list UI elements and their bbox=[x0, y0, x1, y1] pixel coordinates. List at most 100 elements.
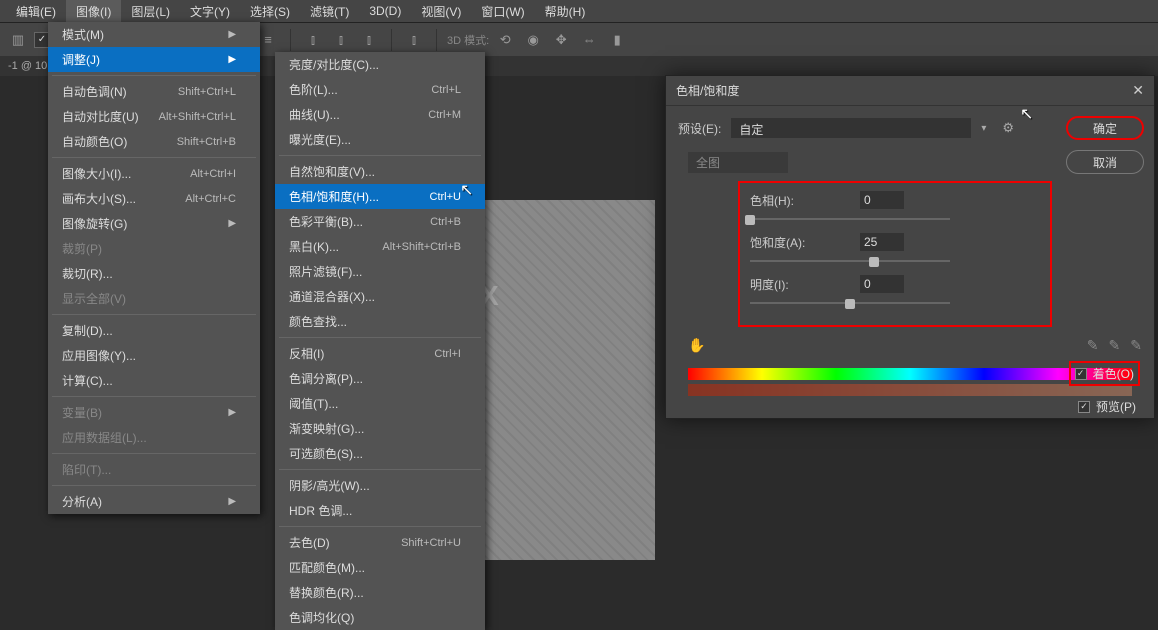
dropdown-icon[interactable]: ▾ bbox=[981, 123, 986, 134]
menu-item[interactable]: 自动对比度(U)Alt+Shift+Ctrl+L bbox=[48, 104, 260, 129]
lightness-input[interactable] bbox=[860, 275, 904, 293]
menu-item[interactable]: 自动颜色(O)Shift+Ctrl+B bbox=[48, 129, 260, 154]
preview-checkbox-row[interactable]: ✓ 预览(P) bbox=[1074, 396, 1140, 417]
eyedropper-icon[interactable]: ✎ bbox=[1087, 337, 1099, 354]
menu-item[interactable]: 应用图像(Y)... bbox=[48, 343, 260, 368]
menubar-item[interactable]: 编辑(E) bbox=[6, 0, 66, 23]
3d-roll-icon[interactable]: ◉ bbox=[521, 28, 545, 52]
menu-item[interactable]: 模式(M)▶ bbox=[48, 22, 260, 47]
menu-item[interactable]: 自动色调(N)Shift+Ctrl+L bbox=[48, 79, 260, 104]
menu-separator bbox=[52, 396, 256, 397]
menu-item-label: 画布大小(S)... bbox=[62, 190, 136, 207]
menu-item-label: 可选颜色(S)... bbox=[289, 445, 363, 462]
canvas-area[interactable] bbox=[465, 200, 655, 560]
menu-item[interactable]: 曲线(U)...Ctrl+M bbox=[275, 102, 485, 127]
menu-item[interactable]: 色调均化(Q) bbox=[275, 605, 485, 630]
hand-icon[interactable]: ✋ bbox=[688, 337, 705, 354]
distribute-icon[interactable]: ⫾ bbox=[357, 28, 381, 52]
menu-item[interactable]: 图像旋转(G)▶ bbox=[48, 211, 260, 236]
preset-select[interactable]: 自定 bbox=[731, 118, 971, 138]
distribute-icon[interactable]: ⫾ bbox=[402, 28, 426, 52]
menu-item-label: 色彩平衡(B)... bbox=[289, 213, 363, 230]
range-select[interactable]: 全图 bbox=[688, 152, 788, 173]
menu-item[interactable]: 照片滤镜(F)... bbox=[275, 259, 485, 284]
menu-item[interactable]: 色阶(L)...Ctrl+L bbox=[275, 77, 485, 102]
separator bbox=[436, 29, 437, 51]
dialog-titlebar[interactable]: 色相/饱和度 ✕ bbox=[666, 76, 1154, 106]
menu-item[interactable]: 分析(A)▶ bbox=[48, 489, 260, 514]
submenu-arrow-icon: ▶ bbox=[228, 29, 236, 40]
menu-separator bbox=[279, 526, 481, 527]
spectrum-bar-top bbox=[688, 368, 1132, 380]
preview-label: 预览(P) bbox=[1096, 398, 1136, 415]
menu-item[interactable]: 调整(J)▶ bbox=[48, 47, 260, 72]
eyedropper-plus-icon[interactable]: ✎ bbox=[1109, 337, 1121, 354]
menu-item[interactable]: 通道混合器(X)... bbox=[275, 284, 485, 309]
menu-item[interactable]: 色相/饱和度(H)...Ctrl+U bbox=[275, 184, 485, 209]
hue-slider[interactable] bbox=[750, 213, 950, 225]
menu-item: 裁剪(P) bbox=[48, 236, 260, 261]
menu-item[interactable]: 计算(C)... bbox=[48, 368, 260, 393]
menu-shortcut: Shift+Ctrl+L bbox=[178, 86, 236, 98]
close-icon[interactable]: ✕ bbox=[1132, 82, 1144, 99]
menu-item-label: 裁剪(P) bbox=[62, 240, 102, 257]
mode-label: 3D 模式: bbox=[447, 32, 489, 48]
lightness-slider[interactable] bbox=[750, 297, 950, 309]
menu-item[interactable]: 阈值(T)... bbox=[275, 391, 485, 416]
preset-label: 预设(E): bbox=[678, 120, 721, 137]
menu-item[interactable]: 复制(D)... bbox=[48, 318, 260, 343]
3d-orbit-icon[interactable]: ⟲ bbox=[493, 28, 517, 52]
distribute-icon[interactable]: ⫾ bbox=[301, 28, 325, 52]
menu-item-label: HDR 色调... bbox=[289, 502, 352, 519]
menu-item[interactable]: 匹配颜色(M)... bbox=[275, 555, 485, 580]
menu-item[interactable]: 颜色查找... bbox=[275, 309, 485, 334]
submenu-arrow-icon: ▶ bbox=[228, 496, 236, 507]
colorize-checkbox[interactable]: ✓ bbox=[1075, 368, 1087, 380]
menubar-item[interactable]: 帮助(H) bbox=[535, 0, 596, 23]
menu-item[interactable]: 反相(I)Ctrl+I bbox=[275, 341, 485, 366]
menu-item[interactable]: 色调分离(P)... bbox=[275, 366, 485, 391]
distribute-icon[interactable]: ⫾ bbox=[329, 28, 353, 52]
menu-item[interactable]: 亮度/对比度(C)... bbox=[275, 52, 485, 77]
menubar-item[interactable]: 视图(V) bbox=[411, 0, 471, 23]
tool-icon[interactable]: ▥ bbox=[6, 28, 30, 52]
menu-item[interactable]: 可选颜色(S)... bbox=[275, 441, 485, 466]
menu-item[interactable]: 图像大小(I)...Alt+Ctrl+I bbox=[48, 161, 260, 186]
saturation-label: 饱和度(A): bbox=[750, 234, 860, 251]
menu-item[interactable]: 曝光度(E)... bbox=[275, 127, 485, 152]
preview-checkbox[interactable]: ✓ bbox=[1078, 401, 1090, 413]
menubar-item[interactable]: 3D(D) bbox=[359, 1, 411, 21]
saturation-slider[interactable] bbox=[750, 255, 950, 267]
colorize-checkbox-row[interactable]: ✓ 着色(O) bbox=[1069, 361, 1140, 386]
menu-shortcut: Alt+Ctrl+I bbox=[190, 168, 236, 180]
menubar-item[interactable]: 文字(Y) bbox=[180, 0, 240, 23]
menu-item[interactable]: 裁切(R)... bbox=[48, 261, 260, 286]
gear-icon[interactable]: ⚙ bbox=[1002, 120, 1014, 136]
menu-item[interactable]: 渐变映射(G)... bbox=[275, 416, 485, 441]
3d-slide-icon[interactable]: ⇔ bbox=[577, 28, 601, 52]
3d-camera-icon[interactable]: ▮ bbox=[605, 28, 629, 52]
hue-label: 色相(H): bbox=[750, 192, 860, 209]
menubar-item[interactable]: 图像(I) bbox=[66, 0, 121, 23]
menubar-item[interactable]: 窗口(W) bbox=[471, 0, 534, 23]
cancel-button[interactable]: 取消 bbox=[1066, 150, 1144, 174]
menubar-item[interactable]: 选择(S) bbox=[240, 0, 300, 23]
ok-button[interactable]: 确定 bbox=[1066, 116, 1144, 140]
3d-pan-icon[interactable]: ✥ bbox=[549, 28, 573, 52]
menubar-item[interactable]: 图层(L) bbox=[121, 0, 180, 23]
submenu-arrow-icon: ▶ bbox=[228, 218, 236, 229]
menu-separator bbox=[279, 337, 481, 338]
menu-item: 显示全部(V) bbox=[48, 286, 260, 311]
menu-item[interactable]: 替换颜色(R)... bbox=[275, 580, 485, 605]
eyedropper-minus-icon[interactable]: ✎ bbox=[1130, 337, 1142, 354]
saturation-input[interactable] bbox=[860, 233, 904, 251]
menu-item[interactable]: HDR 色调... bbox=[275, 498, 485, 523]
menu-item[interactable]: 自然饱和度(V)... bbox=[275, 159, 485, 184]
menu-item[interactable]: 黑白(K)...Alt+Shift+Ctrl+B bbox=[275, 234, 485, 259]
menu-item[interactable]: 画布大小(S)...Alt+Ctrl+C bbox=[48, 186, 260, 211]
menu-item[interactable]: 色彩平衡(B)...Ctrl+B bbox=[275, 209, 485, 234]
menubar-item[interactable]: 滤镜(T) bbox=[300, 0, 359, 23]
hue-input[interactable] bbox=[860, 191, 904, 209]
menu-item[interactable]: 阴影/高光(W)... bbox=[275, 473, 485, 498]
menu-item[interactable]: 去色(D)Shift+Ctrl+U bbox=[275, 530, 485, 555]
